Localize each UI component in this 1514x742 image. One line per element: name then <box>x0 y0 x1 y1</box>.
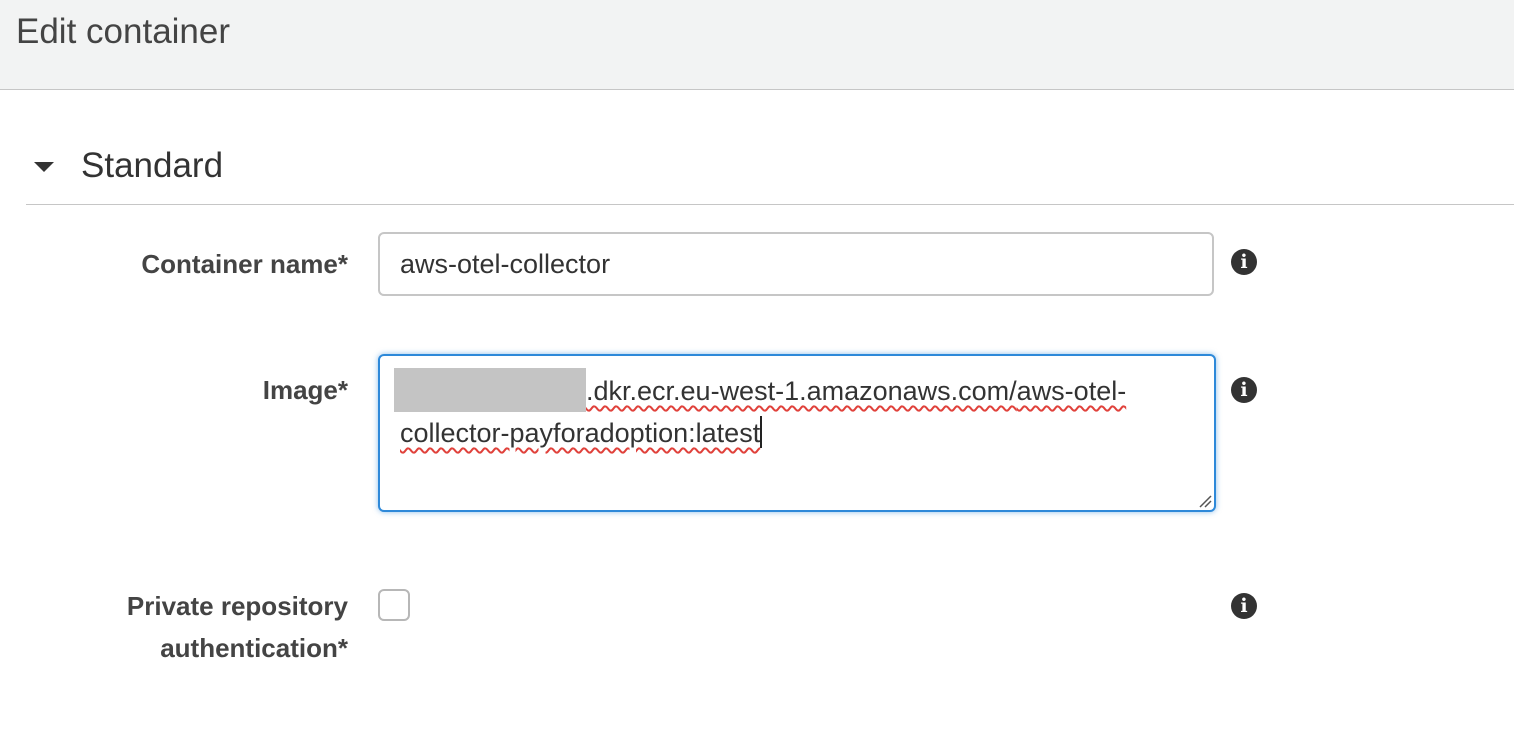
page-header: Edit container <box>0 0 1514 90</box>
redacted-block <box>394 368 586 412</box>
container-name-input[interactable] <box>378 232 1214 296</box>
image-value-part1: .dkr.ecr.eu-west-1.amazonaws.com/ <box>586 376 1017 406</box>
image-label: Image* <box>262 375 348 405</box>
section-standard-toggle[interactable]: Standard <box>26 140 1514 205</box>
text-cursor <box>760 416 763 448</box>
private-repo-auth-label-line2: authentication* <box>160 633 348 663</box>
private-repo-auth-checkbox[interactable] <box>378 589 410 621</box>
page-title: Edit container <box>16 12 231 51</box>
section-title: Standard <box>81 146 224 185</box>
caret-down-icon[interactable] <box>34 162 54 172</box>
resize-grip-icon[interactable] <box>1198 494 1212 508</box>
info-icon[interactable]: i <box>1231 593 1257 619</box>
info-icon[interactable]: i <box>1231 249 1257 275</box>
image-textarea[interactable]: .dkr.ecr.eu-west-1.amazonaws.com/aws-ote… <box>378 354 1216 512</box>
image-value-part3: collector-payforadoption:latest <box>400 418 761 448</box>
private-repo-auth-label-line1: Private repository <box>126 591 348 621</box>
image-value-part2: aws-otel- <box>1016 376 1127 406</box>
container-name-label: Container name* <box>141 249 348 279</box>
info-icon[interactable]: i <box>1231 377 1257 403</box>
